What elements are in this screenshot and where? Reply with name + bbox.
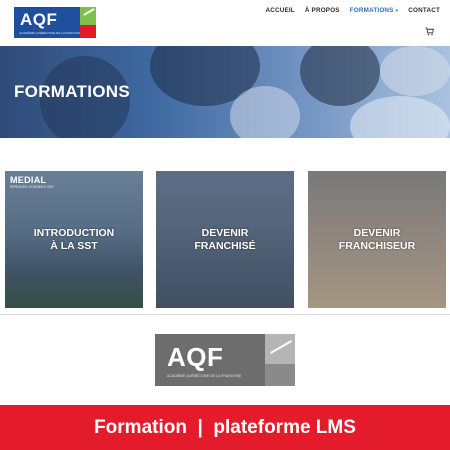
- nav-item-accueil[interactable]: ACCUEIL: [265, 7, 294, 14]
- card-devenir-franchise[interactable]: DEVENIR FRANCHISÉ: [156, 171, 294, 308]
- logo-grey-block: AQF ACADÉMIE QUÉBÉCOISE DE LA FRANCHISE: [155, 334, 265, 386]
- card-label-line2: FRANCHISEUR: [338, 240, 416, 252]
- card-label-line2: FRANCHISÉ: [194, 240, 256, 252]
- cart-icon[interactable]: [425, 27, 434, 36]
- site-header: AQF ACADÉMIE QUÉBÉCOISE DE LA FRANCHISE …: [0, 0, 450, 45]
- nav-item-formations-label: FORMATIONS: [349, 7, 394, 14]
- card-label: DEVENIR FRANCHISÉ: [156, 227, 294, 253]
- logo-grey-text: AQF: [167, 342, 224, 372]
- hero-banner: FORMATIONS: [0, 46, 450, 138]
- main-nav: ACCUEIL À PROPOS FORMATIONS ▾ CONTACT: [265, 7, 440, 14]
- logo-text: AQF: [20, 10, 58, 29]
- card-introduction-sst[interactable]: MEDIAL SERVICES CONSEILS SST INTRODUCTIO…: [5, 171, 143, 308]
- card-label-line1: DEVENIR: [201, 227, 249, 239]
- footer-banner[interactable]: Formation | plateforme LMS: [0, 405, 450, 450]
- card-devenir-franchiseur[interactable]: DEVENIR FRANCHISEUR: [308, 171, 446, 308]
- nav-item-formations[interactable]: FORMATIONS ▾: [350, 7, 399, 14]
- logo-grey-subtitle: ACADÉMIE QUÉBÉCOISE DE LA FRANCHISE: [167, 374, 242, 378]
- card-label-line1: INTRODUCTION: [33, 227, 115, 239]
- card-brand-subtitle: SERVICES CONSEILS SST: [10, 185, 55, 189]
- nav-item-contact[interactable]: CONTACT: [408, 7, 440, 14]
- logo-grey-mark: [265, 334, 295, 386]
- logo-mark: [80, 7, 96, 38]
- card-label-line2: À LA SST: [50, 240, 98, 252]
- aqf-logo-grey: AQF ACADÉMIE QUÉBÉCOISE DE LA FRANCHISE: [155, 334, 295, 386]
- card-label: DEVENIR FRANCHISEUR: [308, 227, 446, 253]
- card-label: INTRODUCTION À LA SST: [5, 227, 143, 253]
- section-divider: [0, 314, 450, 315]
- aqf-logo[interactable]: AQF ACADÉMIE QUÉBÉCOISE DE LA FRANCHISE: [14, 7, 96, 38]
- footer-text: Formation | plateforme LMS: [94, 416, 356, 438]
- nav-item-a-propos[interactable]: À PROPOS: [305, 7, 340, 14]
- logo-subtitle: ACADÉMIE QUÉBÉCOISE DE LA FRANCHISE: [19, 31, 83, 35]
- card-label-line1: DEVENIR: [353, 227, 401, 239]
- chevron-down-icon: ▾: [395, 8, 399, 14]
- card-brand-logo: MEDIAL: [10, 175, 47, 185]
- page-title: FORMATIONS: [14, 82, 131, 101]
- logo-blue-block: AQF ACADÉMIE QUÉBÉCOISE DE LA FRANCHISE: [14, 7, 83, 38]
